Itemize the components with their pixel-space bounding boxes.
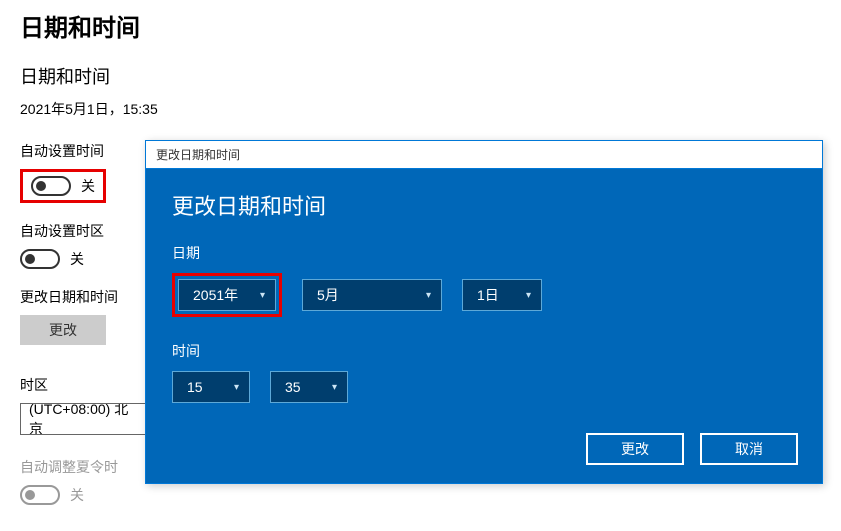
tz-value: (UTC+08:00) 北京 <box>29 403 137 435</box>
chevron-down-icon: ▾ <box>426 290 431 301</box>
month-value: 5月 <box>317 285 339 305</box>
year-value: 2051年 <box>193 285 238 305</box>
chevron-down-icon: ▾ <box>234 382 239 393</box>
chevron-down-icon: ▾ <box>260 290 265 301</box>
chevron-down-icon: ▾ <box>332 382 337 393</box>
dialog-titlebar-text: 更改日期和时间 <box>156 146 240 163</box>
day-value: 1日 <box>477 285 499 305</box>
auto-time-state: 关 <box>81 176 95 196</box>
change-dt-button[interactable]: 更改 <box>20 315 106 345</box>
current-datetime: 2021年5月1日，15:35 <box>20 99 821 119</box>
highlight-year: 2051年 ▾ <box>172 273 282 317</box>
tz-dropdown[interactable]: (UTC+08:00) 北京 <box>20 403 146 435</box>
page-title: 日期和时间 <box>20 8 821 43</box>
dialog-body: 更改日期和时间 日期 2051年 ▾ 5月 ▾ 1日 ▾ 时间 15 ▾ <box>146 169 822 483</box>
chevron-down-icon: ▾ <box>526 290 531 301</box>
highlight-auto-time: 关 <box>20 169 106 203</box>
auto-tz-state: 关 <box>70 249 84 269</box>
hour-value: 15 <box>187 379 203 395</box>
dst-state: 关 <box>70 485 84 505</box>
section-title: 日期和时间 <box>20 63 821 89</box>
auto-tz-toggle[interactable] <box>20 249 60 269</box>
month-select[interactable]: 5月 ▾ <box>302 279 442 311</box>
minute-value: 35 <box>285 379 301 395</box>
date-selects-row: 2051年 ▾ 5月 ▾ 1日 ▾ <box>172 273 796 317</box>
date-field-label: 日期 <box>172 243 796 263</box>
year-select[interactable]: 2051年 ▾ <box>178 279 276 311</box>
time-field-label: 时间 <box>172 341 796 361</box>
auto-time-toggle[interactable] <box>31 176 71 196</box>
dialog-button-row: 更改 取消 <box>586 433 798 465</box>
dst-toggle <box>20 485 60 505</box>
dialog-heading: 更改日期和时间 <box>172 189 796 221</box>
change-datetime-dialog: 更改日期和时间 更改日期和时间 日期 2051年 ▾ 5月 ▾ 1日 ▾ 时间 <box>145 140 823 484</box>
hour-select[interactable]: 15 ▾ <box>172 371 250 403</box>
dialog-titlebar: 更改日期和时间 <box>146 141 822 169</box>
dialog-change-button[interactable]: 更改 <box>586 433 684 465</box>
day-select[interactable]: 1日 ▾ <box>462 279 542 311</box>
dialog-cancel-button[interactable]: 取消 <box>700 433 798 465</box>
minute-select[interactable]: 35 ▾ <box>270 371 348 403</box>
time-selects-row: 15 ▾ 35 ▾ <box>172 371 796 403</box>
